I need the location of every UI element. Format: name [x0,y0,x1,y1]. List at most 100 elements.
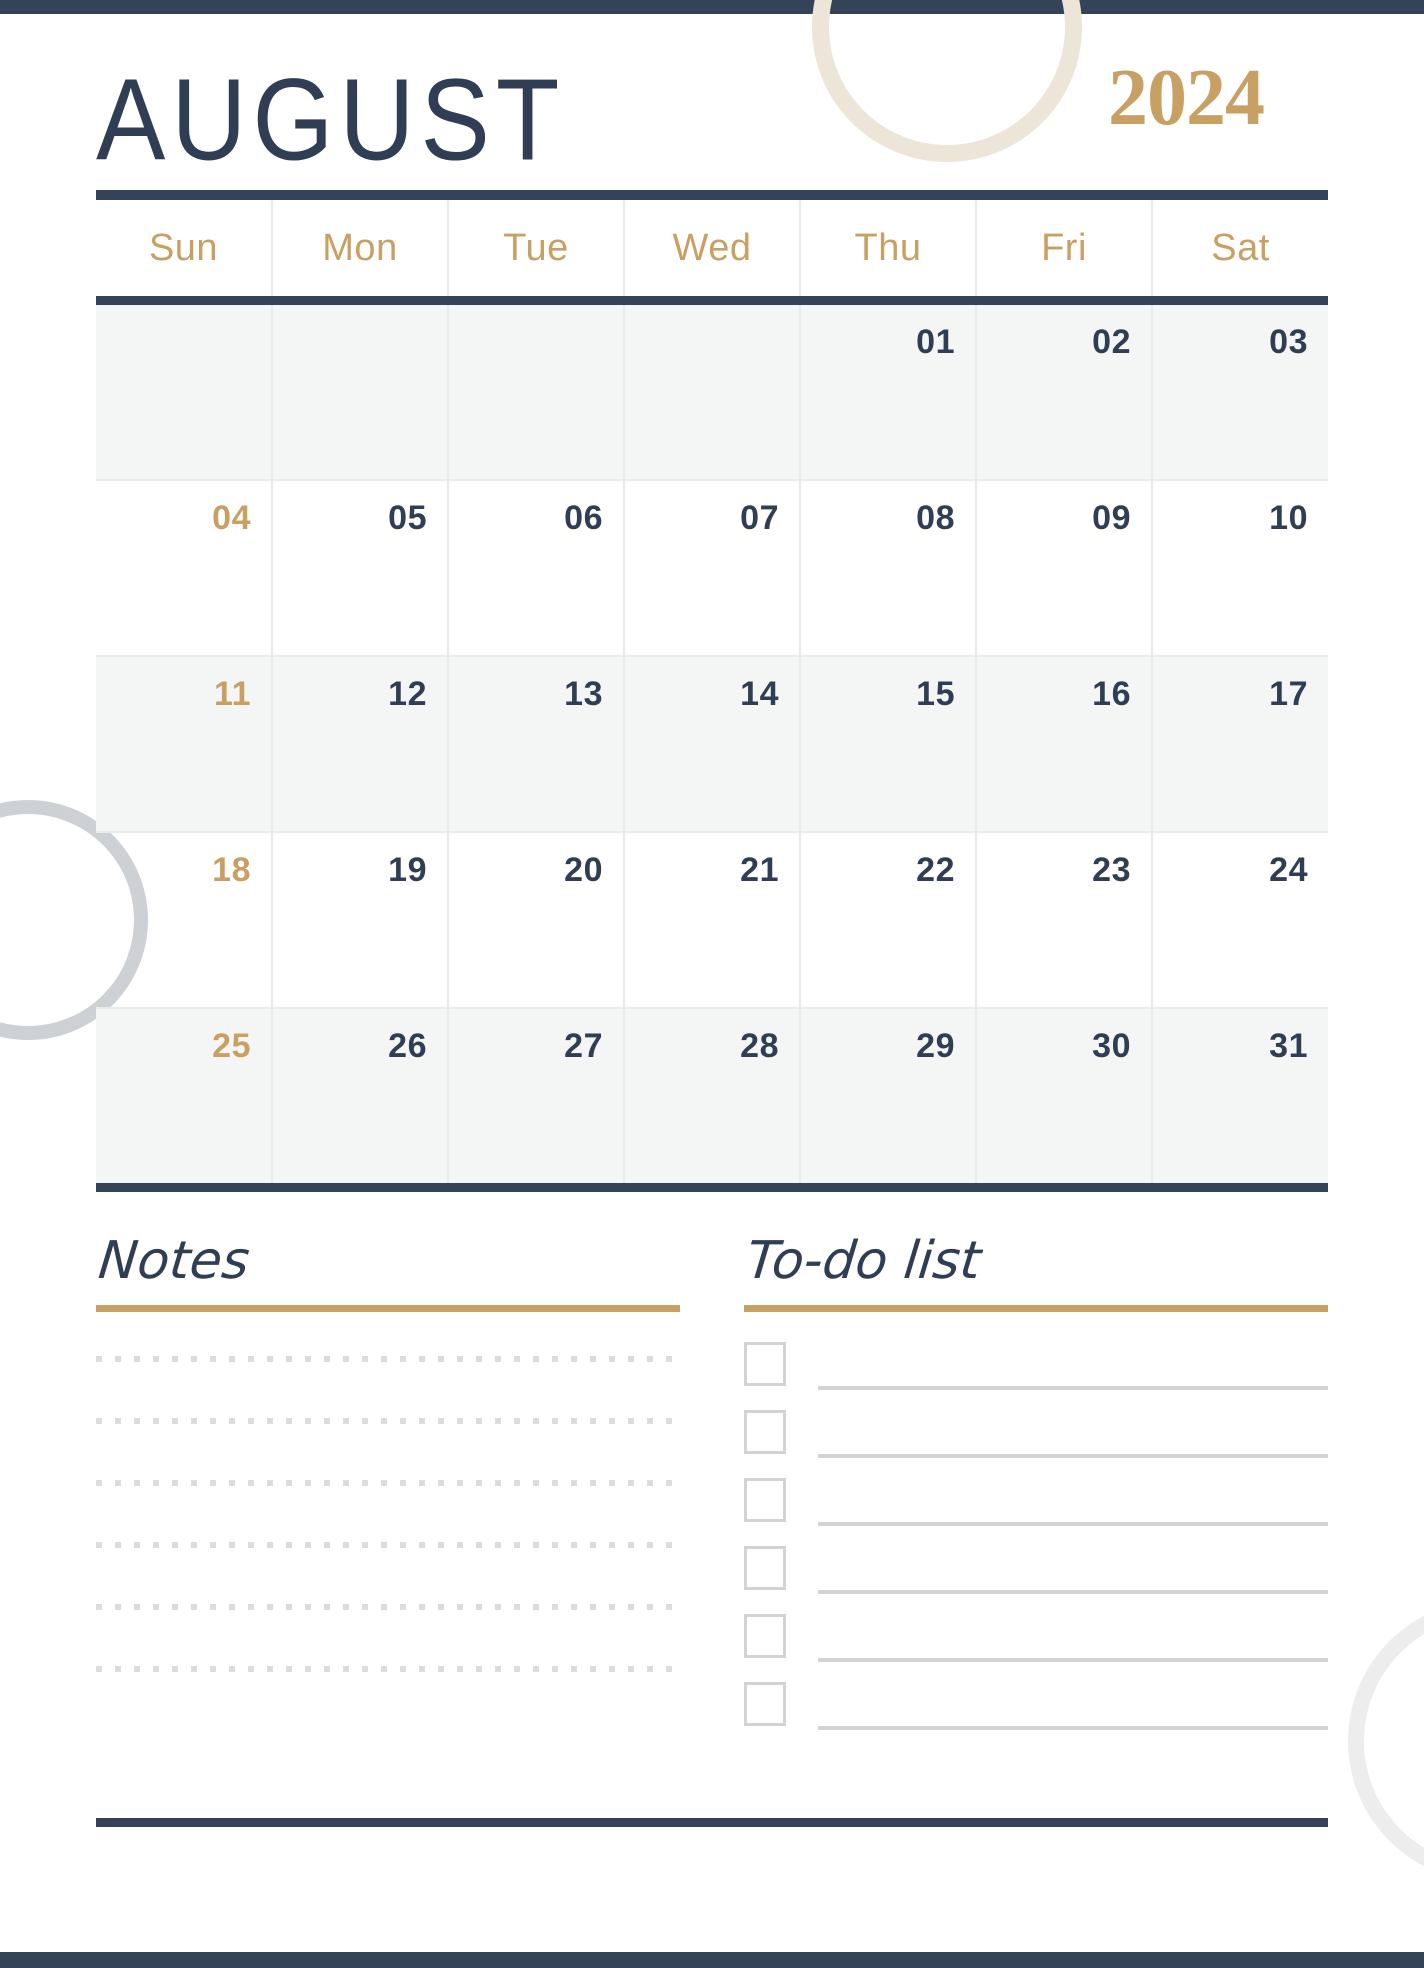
day-number: 26 [388,1027,427,1065]
checkbox-icon[interactable] [744,1545,786,1590]
todo-title: To-do list [743,1231,984,1291]
day-number: 21 [740,851,779,889]
day-cell[interactable]: 20 [447,832,625,1009]
checkbox-icon[interactable] [744,1341,786,1386]
day-cell[interactable]: 19 [271,832,449,1009]
todo-panel: To-do list [744,1231,1328,1732]
todo-write-line[interactable] [818,1521,1328,1526]
day-cell[interactable]: 28 [623,1008,801,1183]
todo-write-line[interactable] [818,1725,1328,1730]
month-title: AUGUST [96,55,566,186]
day-cell[interactable]: 22 [799,832,977,1009]
day-cell[interactable]: 26 [271,1008,449,1183]
day-cell[interactable]: 12 [271,656,449,833]
day-cell[interactable]: 03 [1151,305,1328,481]
note-line[interactable] [96,1417,680,1424]
weekday-mon: Mon [271,200,449,296]
decorative-circle-right-icon [1348,1600,1424,1882]
calendar-body: 01 02 03 04 05 06 07 08 09 10 11 12 13 1… [96,305,1328,1183]
todo-item[interactable] [744,1681,1328,1732]
day-cell[interactable] [447,305,625,481]
todo-write-line[interactable] [818,1589,1328,1594]
note-line[interactable] [96,1479,680,1486]
day-cell[interactable]: 15 [799,656,977,833]
day-number: 12 [388,675,427,713]
todo-item[interactable] [744,1477,1328,1528]
day-cell[interactable]: 17 [1151,656,1328,833]
day-cell[interactable]: 24 [1151,832,1328,1009]
note-line[interactable] [96,1665,680,1672]
calendar-page: AUGUST 20 24 Sun Mon Tue Wed Thu Fri Sat [0,0,1424,1968]
day-number: 30 [1092,1027,1131,1065]
day-cell[interactable]: 29 [799,1008,977,1183]
week-row: 04 05 06 07 08 09 10 [96,480,1328,657]
note-line[interactable] [96,1355,680,1362]
day-cell[interactable]: 05 [271,480,449,657]
day-cell[interactable]: 25 [96,1008,273,1183]
day-number: 02 [1092,323,1131,361]
day-cell[interactable]: 13 [447,656,625,833]
day-number [625,305,799,323]
notes-underline [96,1304,680,1312]
calendar-bottom-rule [96,1183,1328,1192]
week-row: 11 12 13 14 15 16 17 [96,656,1328,833]
day-cell[interactable]: 09 [975,480,1153,657]
todo-item[interactable] [744,1545,1328,1596]
day-number: 20 [564,851,603,889]
day-number: 08 [916,499,955,537]
day-number: 14 [740,675,779,713]
day-cell[interactable]: 30 [975,1008,1153,1183]
day-cell[interactable]: 01 [799,305,977,481]
todo-write-line[interactable] [818,1657,1328,1662]
checkbox-icon[interactable] [744,1477,786,1522]
day-cell[interactable]: 07 [623,480,801,657]
week-row: 01 02 03 [96,305,1328,481]
day-number: 16 [1092,675,1131,713]
day-cell[interactable]: 18 [96,832,273,1009]
day-cell[interactable] [271,305,449,481]
calendar-top-rule [96,190,1328,200]
todo-write-line[interactable] [818,1453,1328,1458]
day-number: 27 [564,1027,603,1065]
day-cell[interactable]: 11 [96,656,273,833]
day-number: 31 [1269,1027,1308,1065]
day-cell[interactable]: 21 [623,832,801,1009]
todo-item[interactable] [744,1409,1328,1460]
day-cell[interactable]: 06 [447,480,625,657]
day-cell[interactable]: 23 [975,832,1153,1009]
checkbox-icon[interactable] [744,1681,786,1726]
day-number: 17 [1269,675,1308,713]
notes-writing-area[interactable] [96,1355,680,1672]
todo-write-line[interactable] [818,1385,1328,1390]
week-row: 25 26 27 28 29 30 31 [96,1008,1328,1183]
day-cell[interactable]: 02 [975,305,1153,481]
day-number: 13 [564,675,603,713]
day-cell[interactable] [623,305,801,481]
checkbox-icon[interactable] [744,1409,786,1454]
weekday-sun: Sun [96,200,273,296]
day-cell[interactable] [96,305,273,481]
weekday-header-row: Sun Mon Tue Wed Thu Fri Sat [96,200,1328,296]
note-line[interactable] [96,1603,680,1610]
calendar-header-rule [96,296,1328,305]
day-number: 07 [740,499,779,537]
day-cell[interactable]: 10 [1151,480,1328,657]
week-row: 18 19 20 21 22 23 24 [96,832,1328,1009]
day-cell[interactable]: 08 [799,480,977,657]
todo-item[interactable] [744,1341,1328,1392]
note-line[interactable] [96,1541,680,1548]
day-number: 29 [916,1027,955,1065]
day-cell[interactable]: 27 [447,1008,625,1183]
day-cell[interactable]: 14 [623,656,801,833]
checkbox-icon[interactable] [744,1613,786,1658]
day-number: 05 [388,499,427,537]
notes-title: Notes [95,1231,253,1291]
todo-item[interactable] [744,1613,1328,1664]
day-cell[interactable]: 16 [975,656,1153,833]
day-cell[interactable]: 31 [1151,1008,1328,1183]
weekday-sat: Sat [1151,200,1328,296]
day-number: 01 [916,323,955,361]
weekday-fri: Fri [975,200,1153,296]
day-cell[interactable]: 04 [96,480,273,657]
day-number: 19 [388,851,427,889]
